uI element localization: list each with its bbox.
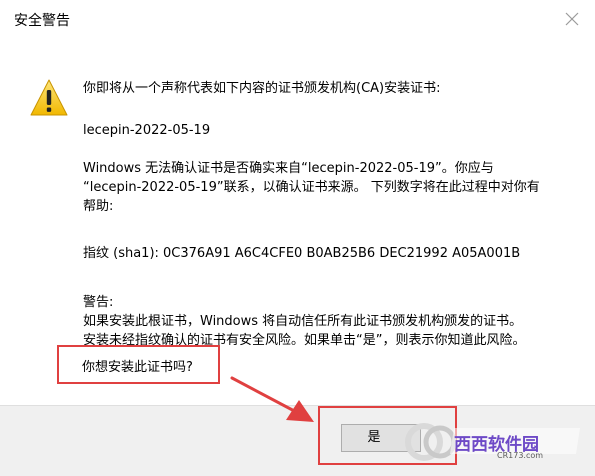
watermark-url: CR173.com bbox=[497, 451, 544, 460]
annotation-arrow bbox=[230, 376, 314, 422]
